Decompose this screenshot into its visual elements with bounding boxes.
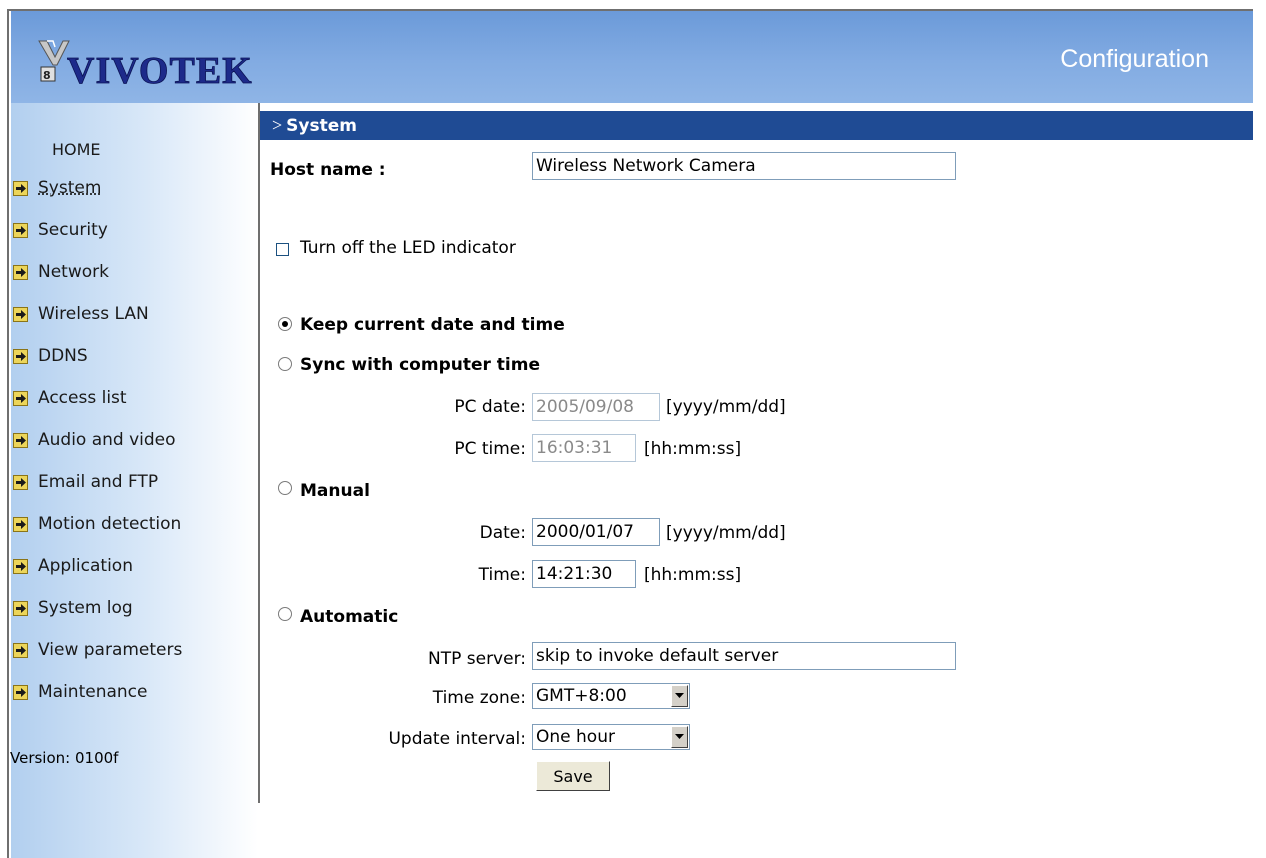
chevron-down-icon[interactable] — [671, 726, 688, 748]
section-title: System — [286, 115, 357, 136]
sidebar-item-audio-and-video[interactable]: Audio and video — [11, 426, 176, 454]
time-hint: [hh:mm:ss] — [644, 565, 742, 585]
arrow-right-icon — [13, 600, 28, 616]
sidebar-item-system-log[interactable]: System log — [11, 594, 133, 622]
arrow-right-icon — [13, 264, 28, 280]
sidebar-item-application[interactable]: Application — [11, 552, 133, 580]
sync-time-radio[interactable] — [278, 357, 292, 371]
arrow-right-icon — [13, 222, 28, 238]
system-form: Host name : Wireless Network Camera Turn… — [260, 140, 1253, 858]
sidebar-item-label: Wireless LAN — [38, 304, 149, 324]
sidebar-item-label: Maintenance — [38, 682, 148, 702]
arrow-right-icon — [13, 516, 28, 532]
sidebar-item-ddns[interactable]: DDNS — [11, 342, 88, 370]
sidebar-item-view-parameters[interactable]: View parameters — [11, 636, 182, 664]
section-title-bar: > System — [260, 111, 1253, 140]
time-label: Time: — [478, 565, 526, 585]
header-banner: 8 VIVOTEK Configuration — [11, 11, 1253, 103]
update-interval-label: Update interval: — [388, 729, 526, 749]
sidebar-item-label: Access list — [38, 388, 127, 408]
time-zone-value: GMT+8:00 — [536, 686, 627, 706]
sidebar-item-system[interactable]: System — [11, 174, 101, 202]
pc-date-input: 2005/09/08 — [532, 393, 660, 421]
arrow-right-icon — [13, 306, 28, 322]
led-label: Turn off the LED indicator — [300, 238, 516, 258]
automatic-radio[interactable] — [278, 607, 292, 621]
ntp-server-input[interactable]: skip to invoke default server — [532, 642, 956, 670]
pc-time-hint: [hh:mm:ss] — [644, 439, 742, 459]
sidebar-item-label: System log — [38, 598, 133, 618]
svg-text:VIVOTEK: VIVOTEK — [67, 50, 253, 87]
pc-date-hint: [yyyy/mm/dd] — [666, 397, 786, 417]
sidebar-item-label: Application — [38, 556, 133, 576]
sidebar-item-label: DDNS — [38, 346, 88, 366]
window-frame-left — [0, 9, 9, 858]
sidebar-home-link[interactable]: HOME — [52, 140, 101, 159]
time-zone-label: Time zone: — [432, 688, 526, 708]
window-frame-top — [0, 0, 1266, 9]
manual-label: Manual — [300, 481, 370, 501]
time-zone-select[interactable]: GMT+8:00 — [532, 683, 690, 709]
sidebar-item-maintenance[interactable]: Maintenance — [11, 678, 147, 706]
arrow-right-icon — [13, 684, 28, 700]
sidebar-item-label: Security — [38, 220, 108, 240]
arrow-right-icon — [13, 348, 28, 364]
sidebar-item-label: System — [38, 178, 102, 198]
sidebar-item-label: Audio and video — [38, 430, 176, 450]
sidebar-item-network[interactable]: Network — [11, 258, 109, 286]
arrow-right-icon — [13, 432, 28, 448]
version-label: Version: 0100f — [10, 749, 119, 767]
arrow-right-icon — [13, 558, 28, 574]
page-header-title: Configuration — [1060, 45, 1209, 73]
sidebar-item-motion-detection[interactable]: Motion detection — [11, 510, 181, 538]
arrow-right-icon — [13, 474, 28, 490]
date-label: Date: — [479, 523, 526, 543]
update-interval-select[interactable]: One hour — [532, 724, 690, 750]
update-interval-value: One hour — [536, 727, 615, 747]
section-prefix: > — [272, 115, 283, 135]
pc-time-label: PC time: — [454, 439, 526, 459]
arrow-right-icon — [13, 180, 28, 196]
manual-radio[interactable] — [278, 481, 292, 495]
sidebar-item-label: Network — [38, 262, 109, 282]
date-input[interactable]: 2000/01/07 — [532, 518, 660, 546]
keep-time-label: Keep current date and time — [300, 315, 565, 335]
sidebar-item-access-list[interactable]: Access list — [11, 384, 127, 412]
chevron-down-icon[interactable] — [671, 685, 688, 707]
host-name-input[interactable]: Wireless Network Camera — [532, 152, 956, 180]
svg-text:8: 8 — [43, 69, 51, 82]
pc-date-label: PC date: — [454, 397, 526, 417]
pc-time-input: 16:03:31 — [532, 434, 636, 462]
keep-time-radio[interactable] — [278, 317, 292, 331]
sidebar-item-email-and-ftp[interactable]: Email and FTP — [11, 468, 158, 496]
arrow-right-icon — [13, 642, 28, 658]
sidebar-item-label: Email and FTP — [38, 472, 159, 492]
sidebar-item-security[interactable]: Security — [11, 216, 108, 244]
arrow-right-icon — [13, 390, 28, 406]
sidebar-item-label: View parameters — [38, 640, 183, 660]
led-checkbox[interactable] — [276, 243, 289, 256]
date-hint: [yyyy/mm/dd] — [666, 523, 786, 543]
automatic-label: Automatic — [300, 607, 399, 627]
sidebar-item-label: Motion detection — [38, 514, 182, 534]
sidebar-item-wireless-lan[interactable]: Wireless LAN — [11, 300, 149, 328]
ntp-server-label: NTP server: — [428, 649, 526, 669]
save-button[interactable]: Save — [536, 761, 610, 791]
vivotek-logo: 8 VIVOTEK — [38, 40, 253, 87]
host-name-label: Host name : — [270, 160, 386, 180]
time-input[interactable]: 14:21:30 — [532, 560, 636, 588]
sidebar: HOME System Security Network Wireless LAN DD… — [10, 103, 258, 858]
sync-time-label: Sync with computer time — [300, 355, 541, 375]
